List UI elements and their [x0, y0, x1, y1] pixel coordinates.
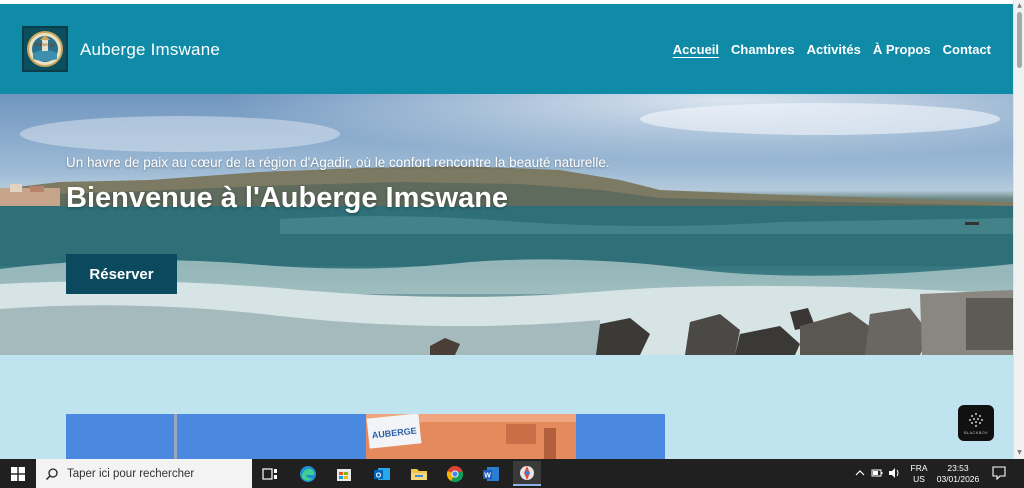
windows-logo-icon — [11, 466, 25, 481]
nav-chambres[interactable]: Chambres — [731, 42, 795, 57]
nav-accueil[interactable]: Accueil — [673, 42, 719, 57]
store-icon[interactable] — [330, 461, 358, 486]
auberge-building-image: AUBERGE — [66, 414, 665, 459]
search-placeholder: Taper ici pour rechercher — [67, 467, 195, 480]
paint-app-icon[interactable] — [513, 461, 541, 486]
auberge-logo-icon[interactable]: Auberge — [22, 26, 68, 72]
file-explorer-icon[interactable] — [405, 461, 433, 486]
search-icon — [46, 467, 58, 480]
hero-title: Bienvenue à l'Auberge Imswane — [66, 182, 509, 214]
outlook-icon[interactable]: O — [368, 461, 396, 486]
svg-text:W: W — [484, 472, 491, 479]
blackbox-cube-icon — [969, 412, 983, 427]
nav-activites[interactable]: Activités — [807, 42, 861, 57]
keyboard-layout: US — [913, 474, 925, 484]
taskbar-search-box[interactable]: Taper ici pour rechercher — [36, 459, 252, 488]
word-icon[interactable]: W — [477, 461, 505, 486]
chevron-up-icon[interactable] — [854, 467, 866, 479]
hero-tagline: Un havre de paix au cœur de la région d'… — [66, 155, 610, 170]
start-button[interactable] — [0, 459, 36, 488]
chrome-icon[interactable] — [441, 461, 469, 486]
hero-background-image — [0, 94, 1013, 355]
speaker-icon[interactable] — [888, 467, 900, 479]
content-section: AUBERGE — [0, 355, 1013, 459]
svg-text:Auberge: Auberge — [33, 42, 56, 48]
scroll-thumb[interactable] — [1017, 12, 1022, 68]
battery-icon[interactable] — [871, 467, 883, 479]
task-view-icon[interactable] — [256, 461, 284, 486]
reserve-button[interactable]: Réserver — [66, 254, 177, 294]
browser-page: Auberge Auberge Imswane Accueil Chambres… — [0, 0, 1024, 488]
blackbox-widget-button[interactable]: BLACKBOX — [958, 405, 994, 441]
language-code: FRA — [910, 463, 928, 473]
clock-time: 23:53 — [947, 463, 969, 473]
main-nav: Accueil Chambres Activités À Propos Cont… — [673, 42, 991, 57]
site-title[interactable]: Auberge Imswane — [80, 40, 220, 60]
taskbar-clock[interactable]: 23:53 03/01/2026 — [934, 459, 982, 488]
edge-icon[interactable] — [294, 461, 322, 486]
vertical-scrollbar[interactable]: ▲ ▼ — [1013, 0, 1024, 459]
nav-a-propos[interactable]: À Propos — [873, 42, 931, 57]
blackbox-label: BLACKBOX — [964, 429, 988, 435]
scroll-down-icon[interactable]: ▼ — [1015, 448, 1024, 457]
notification-icon[interactable] — [992, 466, 1006, 480]
windows-taskbar: Taper ici pour rechercher O W FRA US 23:… — [0, 459, 1024, 488]
scroll-up-icon[interactable]: ▲ — [1015, 1, 1024, 10]
clock-date: 03/01/2026 — [936, 474, 980, 484]
language-indicator[interactable]: FRA US — [908, 459, 930, 488]
site-header: Auberge Auberge Imswane Accueil Chambres… — [0, 4, 1013, 94]
hero-section: Un havre de paix au cœur de la région d'… — [0, 94, 1013, 355]
nav-contact[interactable]: Contact — [943, 42, 991, 57]
svg-text:O: O — [376, 472, 382, 479]
